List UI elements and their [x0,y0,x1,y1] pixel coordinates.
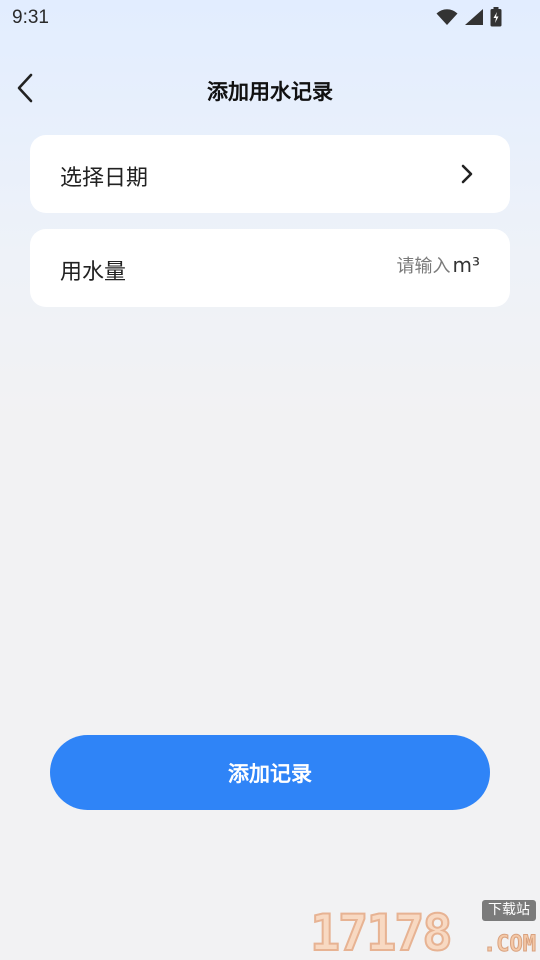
water-usage-row: 用水量 m³ [30,229,510,307]
add-record-button-label: 添加记录 [228,761,312,786]
page-title: 添加用水记录 [207,80,333,104]
battery-charging-icon [490,7,502,31]
status-time: 9:31 [12,7,49,28]
unit-label: m³ [452,253,481,277]
wifi-icon [436,8,458,30]
select-date-row[interactable]: 选择日期 [30,135,510,213]
watermark-tag: 下载站 [482,900,536,921]
watermark-digits: 17178 [309,904,454,960]
watermark-logo: 17178 .COM 下载站 [309,900,537,960]
watermark-domain: .COM [483,932,537,957]
status-icons [436,7,502,31]
status-bar: 9:31 [0,0,540,36]
select-date-label: 选择日期 [60,166,149,191]
chevron-right-icon [460,163,474,185]
water-usage-input[interactable] [270,256,451,277]
add-record-button[interactable]: 添加记录 [50,735,490,810]
water-usage-input-wrap: m³ [270,253,481,277]
header: 添加用水记录 [0,62,540,118]
cellular-signal-icon [464,8,484,30]
water-usage-label: 用水量 [60,260,127,285]
